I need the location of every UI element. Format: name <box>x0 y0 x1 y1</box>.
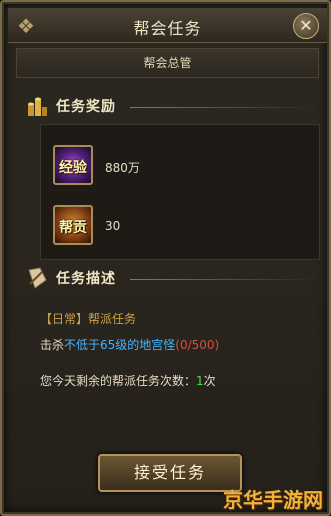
rewards-section-label: 任务奖励 <box>56 99 116 115</box>
objective-progress: (0/500) <box>175 338 220 352</box>
npc-name: 帮会总管 <box>16 48 319 78</box>
rewards-box: 经验 880万 帮贡 30 <box>40 124 320 260</box>
experience-value: 880万 <box>105 161 140 175</box>
category-prefix: 【日常】 <box>40 312 89 326</box>
section-divider <box>130 279 320 280</box>
task-category: 【日常】帮派任务 <box>40 310 310 327</box>
description-section-header: 任务描述 <box>26 266 320 292</box>
guild-contribution-icon-label: 帮贡 <box>59 220 87 236</box>
remaining-count: 1 <box>196 374 204 388</box>
objective-verb: 击杀 <box>40 338 65 352</box>
scroll-icon <box>28 267 47 289</box>
category-name: 帮派任务 <box>88 312 137 326</box>
title-bar: ❖ 帮会任务 ✕ <box>8 8 327 43</box>
guild-contribution-icon: 帮贡 <box>53 205 93 245</box>
rewards-section-header: 任务奖励 <box>26 94 320 120</box>
accept-task-button[interactable]: 接受任务 <box>98 454 242 492</box>
experience-icon-label: 经验 <box>59 160 87 176</box>
close-button[interactable]: ✕ <box>293 13 319 39</box>
section-divider <box>130 107 320 108</box>
remaining-prefix: 您今天剩余的帮派任务次数： <box>40 374 197 388</box>
dialog-title: 帮会任务 <box>133 19 202 38</box>
remaining-count-line: 您今天剩余的帮派任务次数：1次 <box>40 372 310 389</box>
objective-target[interactable]: 不低于65级的地宫怪 <box>64 338 175 352</box>
remaining-suffix: 次 <box>203 374 216 388</box>
coins-icon <box>28 97 47 116</box>
description-section-label: 任务描述 <box>56 271 116 287</box>
guild-contribution-value: 30 <box>105 219 121 233</box>
experience-icon: 经验 <box>53 145 93 185</box>
task-dialog: ❖ 帮会任务 ✕ 帮会总管 任务奖励 经验 880万 帮贡 30 任务描述 【日… <box>0 0 331 516</box>
watermark-text: 京华手游网 <box>223 488 323 512</box>
task-objective: 击杀不低于65级的地宫怪(0/500) <box>40 336 310 353</box>
